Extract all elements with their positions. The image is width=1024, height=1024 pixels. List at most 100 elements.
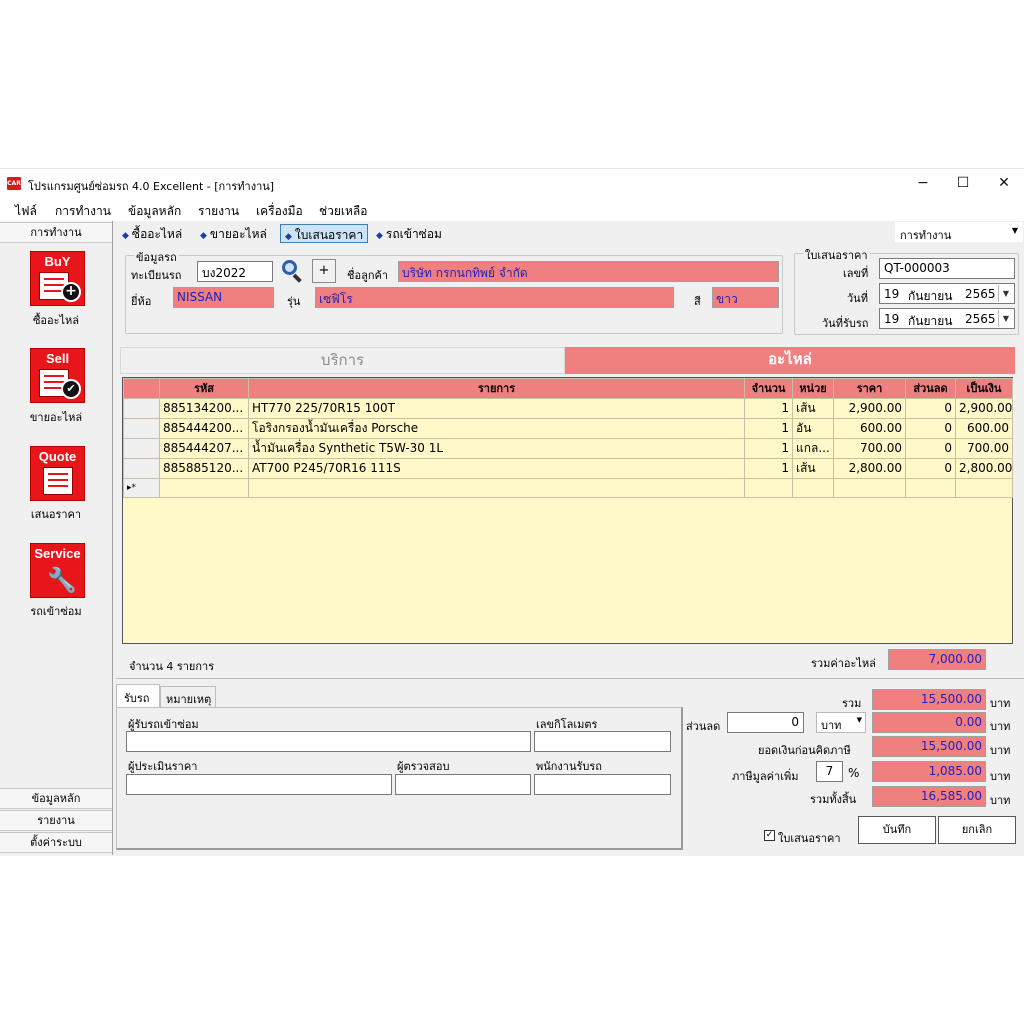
tab-service[interactable]: บริการ [120,347,565,374]
estimator-input[interactable] [126,774,392,795]
cell-discount[interactable]: 0 [905,397,956,419]
cell-unit[interactable] [792,477,834,498]
nav-label-service[interactable]: รถเข้าซ่อม [0,602,112,620]
quote-icon[interactable]: Quote [30,446,85,501]
nav-label-sell[interactable]: ขายอะไหล่ [0,408,112,426]
print-quote-checkbox[interactable]: ✓ [764,830,775,841]
cell-qty[interactable]: 1 [744,417,793,439]
table-row[interactable]: 885885120... AT700 P245/70R16 111S 1 เส้… [123,457,1013,479]
cell-discount[interactable]: 0 [905,417,956,439]
cell-item[interactable]: HT770 225/70R15 100T [248,397,745,419]
column-header-code[interactable]: รหัส [159,378,249,399]
discount-input[interactable]: 0 [727,712,804,733]
cell-item[interactable]: น้ำมันเครื่อง Synthetic T5W-30 1L [248,437,745,459]
staff-input[interactable] [534,774,671,795]
mileage-input[interactable] [534,731,671,752]
search-icon[interactable] [280,259,304,283]
toolbar-tab-service[interactable]: ◆ รถเข้าซ่อม [372,224,446,243]
column-header-qty[interactable]: จำนวน [744,378,793,399]
cell-code[interactable]: 885444200... [159,417,249,439]
receiver-input[interactable] [126,731,531,752]
cell-item[interactable]: โอริงกรองน้ำมันเครื่อง Porsche [248,417,745,439]
cell-qty[interactable]: 1 [744,457,793,479]
cell-code[interactable]: 885444207... [159,437,249,459]
close-button[interactable]: ✕ [984,171,1024,195]
table-row[interactable]: 885444207... น้ำมันเครื่อง Synthetic T5W… [123,437,1013,459]
toolbar-tab-buy[interactable]: ◆ ซื้ออะไหล่ [118,224,186,243]
cell-discount[interactable] [905,477,956,498]
cell-code[interactable]: 885885120... [159,457,249,479]
quote-number-field[interactable]: QT-000003 [879,258,1015,279]
cell-qty[interactable] [744,477,793,498]
minimize-button[interactable]: − [903,171,943,195]
column-header-amount[interactable]: เป็นเงิน [955,378,1013,399]
cell-qty[interactable]: 1 [744,397,793,419]
cell-discount[interactable]: 0 [905,457,956,479]
cell-discount[interactable]: 0 [905,437,956,459]
cell-code[interactable] [159,477,249,498]
buy-icon[interactable]: BuY + [30,251,85,306]
maximize-button[interactable]: ☐ [943,171,983,195]
column-header-discount[interactable]: ส่วนลด [905,378,956,399]
row-selector[interactable] [123,457,160,479]
menu-work[interactable]: การทำงาน [55,202,111,221]
toolbar-tab-sell[interactable]: ◆ ขายอะไหล่ [196,224,271,243]
cell-price[interactable]: 2,800.00 [833,457,906,479]
cell-unit[interactable]: แกล... [792,437,834,459]
model-field[interactable]: เซฟิโร [315,287,674,308]
discount-unit-select[interactable]: บาท ▼ [816,712,866,733]
cell-unit[interactable]: เส้น [792,457,834,479]
cell-unit[interactable]: เส้น [792,397,834,419]
table-row[interactable]: 885444200... โอริงกรองน้ำมันเครื่อง Pors… [123,417,1013,439]
row-selector[interactable] [123,417,160,439]
cell-price[interactable]: 700.00 [833,437,906,459]
row-selector[interactable] [123,397,160,419]
inspector-input[interactable] [395,774,531,795]
cell-price[interactable] [833,477,906,498]
cell-code[interactable]: 885134200... [159,397,249,419]
nav-label-quote[interactable]: เสนอราคา [0,505,112,523]
nav-footer-master-data[interactable]: ข้อมูลหลัก [0,788,112,809]
add-customer-button[interactable]: + [312,259,336,283]
sell-icon[interactable]: Sell ✔ [30,348,85,403]
cell-item[interactable] [248,477,745,498]
column-header-item[interactable]: รายการ [248,378,745,399]
nav-label-buy[interactable]: ซื้ออะไหล่ [0,311,112,329]
menu-help[interactable]: ช่วยเหลือ [319,202,368,221]
tab-parts[interactable]: อะไหล่ [565,347,1015,374]
column-header-price[interactable]: ราคา [833,378,906,399]
cell-qty[interactable]: 1 [744,437,793,459]
cell-amount[interactable]: 2,800.00 [955,457,1013,479]
new-row-marker[interactable]: ▸* [123,477,160,498]
column-header-unit[interactable]: หน่วย [792,378,834,399]
vat-rate-input[interactable]: 7 [816,761,843,782]
cell-item[interactable]: AT700 P245/70R16 111S [248,457,745,479]
plate-input[interactable]: บง2022 [197,261,273,282]
cell-unit[interactable]: อัน [792,417,834,439]
menu-reports[interactable]: รายงาน [198,202,239,221]
nav-footer-settings[interactable]: ตั้งค่าระบบ [0,832,112,853]
customer-field[interactable]: บริษัท กรกนกทิพย์ จำกัด [398,261,779,282]
new-row[interactable]: ▸* [123,477,1013,498]
brand-field[interactable]: NISSAN [173,287,274,308]
tab-receive[interactable]: รับรถ [116,684,160,708]
row-selector[interactable] [123,437,160,459]
cell-amount[interactable]: 700.00 [955,437,1013,459]
menu-file[interactable]: ไฟล์ [15,202,37,221]
service-icon[interactable]: Service 🔧 [30,543,85,598]
cell-price[interactable]: 600.00 [833,417,906,439]
color-field[interactable]: ขาว [712,287,779,308]
receive-date-picker[interactable]: 19 กันยายน 2565 ▼ [879,308,1015,329]
cell-amount[interactable]: 600.00 [955,417,1013,439]
cell-amount[interactable]: 2,900.00 [955,397,1013,419]
cell-price[interactable]: 2,900.00 [833,397,906,419]
quote-date-picker[interactable]: 19 กันยายน 2565 ▼ [879,283,1015,304]
menu-tools[interactable]: เครื่องมือ [256,202,303,221]
menu-master-data[interactable]: ข้อมูลหลัก [128,202,181,221]
cell-amount[interactable] [955,477,1013,498]
tab-notes[interactable]: หมายเหตุ [160,686,216,708]
save-button[interactable]: บันทึก [858,816,936,844]
toolbar-tab-quote[interactable]: ◆ ใบเสนอราคา [280,224,369,243]
nav-header-work[interactable]: การทำงาน [0,222,112,243]
work-combo[interactable]: การทำงาน ▼ [895,222,1023,242]
